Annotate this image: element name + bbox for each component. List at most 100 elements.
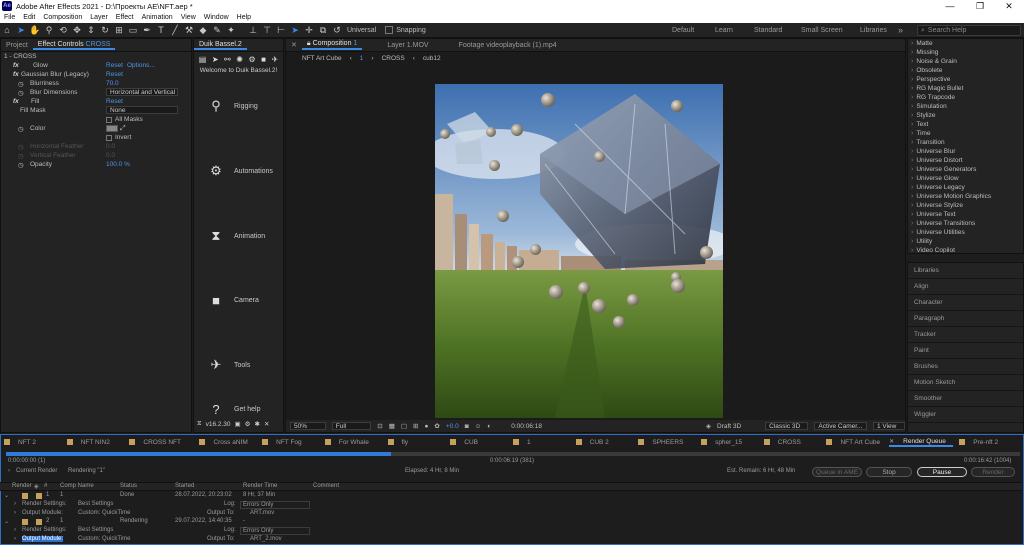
timeline-tab[interactable]: Cross aNIM bbox=[199, 439, 256, 446]
show-snapshot-icon[interactable]: ☺ bbox=[475, 423, 482, 430]
show-channel-icon[interactable]: ◐ bbox=[487, 423, 491, 430]
menu-help[interactable]: Help bbox=[233, 14, 255, 21]
duik-settings-icon[interactable]: ⚙ bbox=[248, 55, 255, 64]
column-number[interactable]: # bbox=[44, 483, 47, 489]
output-module-value[interactable]: Custom: QuickTime bbox=[78, 510, 130, 516]
maximize-button[interactable]: ❐ bbox=[965, 0, 995, 12]
timeline-tab[interactable]: CUB 2 bbox=[575, 439, 633, 446]
zoom-select[interactable]: 50% bbox=[290, 422, 326, 430]
effect-category[interactable]: Universe Generators bbox=[908, 165, 1023, 174]
effect-category[interactable]: Noise & Grain bbox=[908, 57, 1023, 66]
effect-category[interactable]: Stylize bbox=[908, 111, 1023, 120]
stopwatch-icon[interactable]: ◷ bbox=[18, 161, 24, 169]
duik-link-icon[interactable]: ⚯ bbox=[224, 55, 231, 64]
duik-close-icon[interactable]: ✕ bbox=[264, 420, 269, 428]
output-file-link[interactable]: ART.mov bbox=[250, 510, 274, 516]
glow-options-link[interactable]: Options... bbox=[127, 62, 155, 69]
effect-category[interactable]: Universe Glow bbox=[908, 174, 1023, 183]
effect-category[interactable]: Universe Stylize bbox=[908, 201, 1023, 210]
menu-composition[interactable]: Composition bbox=[39, 14, 86, 21]
all-masks-checkbox[interactable] bbox=[106, 116, 112, 123]
menu-window[interactable]: Window bbox=[200, 14, 233, 21]
scale-tool-icon[interactable]: ⧉ bbox=[317, 24, 329, 36]
clone-stamp-icon[interactable]: ⚒ bbox=[183, 24, 195, 36]
minimize-button[interactable]: — bbox=[935, 0, 965, 12]
log-select[interactable]: Errors Only bbox=[240, 501, 310, 509]
close-button[interactable]: ✕ bbox=[994, 0, 1024, 12]
duik-tools-button[interactable]: ✈ Tools bbox=[200, 357, 288, 373]
stopwatch-icon[interactable]: ◷ bbox=[18, 125, 24, 133]
menu-view[interactable]: View bbox=[177, 14, 200, 21]
breadcrumb-item[interactable]: cub12 bbox=[423, 55, 441, 62]
blur-effect-row[interactable]: fx Gaussian Blur (Legacy) Reset bbox=[1, 70, 191, 79]
column-comment[interactable]: Comment bbox=[313, 483, 339, 489]
draft-3d-label[interactable]: Draft 3D bbox=[717, 423, 741, 430]
effect-category[interactable]: Utility bbox=[908, 237, 1023, 246]
effect-category[interactable]: Universe Utilities bbox=[908, 228, 1023, 237]
effect-category[interactable]: Text bbox=[908, 120, 1023, 129]
timeline-tab[interactable]: NFT Fog bbox=[262, 439, 319, 446]
brush-tool-icon[interactable]: ╱ bbox=[169, 24, 181, 36]
color-channels-icon[interactable]: ● bbox=[424, 423, 428, 430]
opacity-value[interactable]: 100.0 % bbox=[106, 161, 130, 168]
column-status[interactable]: Status bbox=[120, 483, 137, 489]
effect-category[interactable]: Universe Motion Graphics bbox=[908, 192, 1023, 201]
tab-effect-controls[interactable]: Effect Controls CROSS bbox=[32, 41, 116, 50]
close-icon[interactable]: ✕ bbox=[286, 41, 302, 49]
fill-effect-row[interactable]: fx Fill Reset bbox=[1, 97, 191, 106]
dolly-camera-icon[interactable]: ⇕ bbox=[85, 24, 97, 36]
timeline-tab[interactable]: CROSS NFT bbox=[129, 439, 193, 446]
views-select[interactable]: 1 View bbox=[872, 422, 905, 430]
axis-local-icon[interactable]: ⊥ bbox=[247, 24, 259, 36]
axis-view-icon[interactable]: ⊢ bbox=[275, 24, 287, 36]
column-started[interactable]: Started bbox=[175, 483, 194, 489]
menu-layer[interactable]: Layer bbox=[86, 14, 112, 21]
panel-tracker[interactable]: Tracker bbox=[908, 327, 1023, 343]
duik-settings-icon[interactable]: ⚙ bbox=[245, 420, 251, 428]
effect-category[interactable]: Matte bbox=[908, 39, 1023, 48]
tab-layer[interactable]: Layer 1.MOV bbox=[382, 42, 433, 49]
mask-toggle-icon[interactable]: ▢ bbox=[401, 422, 407, 430]
breadcrumb-item[interactable]: NFT Art Cube bbox=[302, 55, 342, 62]
exposure-value[interactable]: +0.0 bbox=[446, 423, 459, 430]
panel-paint[interactable]: Paint bbox=[908, 343, 1023, 359]
orbit-camera-icon[interactable]: ⟲ bbox=[57, 24, 69, 36]
rectangle-tool-icon[interactable]: ▭ bbox=[127, 24, 139, 36]
camera-select[interactable]: Active Camer... bbox=[814, 422, 867, 430]
composition-frame[interactable] bbox=[435, 84, 723, 418]
pan-behind-icon[interactable]: ⊞ bbox=[113, 24, 125, 36]
breadcrumb-item[interactable]: CROSS bbox=[382, 55, 405, 62]
universal-selection-icon[interactable]: ➤ bbox=[289, 24, 301, 36]
duik-rigging-button[interactable]: ⚲ Rigging bbox=[200, 98, 288, 114]
duik-automations-button[interactable]: ⚙ Automations bbox=[200, 163, 288, 179]
panel-motion-sketch[interactable]: Motion Sketch bbox=[908, 375, 1023, 391]
expand-settings-icon[interactable]: › bbox=[14, 527, 16, 533]
color-management-icon[interactable]: ✿ bbox=[434, 422, 439, 430]
effect-category[interactable]: Simulation bbox=[908, 102, 1023, 111]
workspace-menu-icon[interactable]: » bbox=[898, 25, 903, 35]
workspace-standard[interactable]: Standard bbox=[754, 27, 782, 34]
draft-3d-icon[interactable]: ◈ bbox=[706, 422, 711, 430]
expand-output-icon[interactable]: › bbox=[14, 510, 16, 516]
breadcrumb-item[interactable]: 1 bbox=[360, 55, 364, 62]
workspace-default[interactable]: Default bbox=[672, 27, 694, 34]
invert-checkbox[interactable] bbox=[106, 134, 112, 141]
column-comp-name[interactable]: Comp Name bbox=[60, 483, 94, 489]
panel-wiggler[interactable]: Wiggler bbox=[908, 407, 1023, 423]
queue-in-ame-button[interactable]: Queue in AME bbox=[812, 467, 862, 477]
timeline-tab[interactable]: fly bbox=[387, 439, 445, 446]
axis-world-icon[interactable]: ⊤ bbox=[261, 24, 273, 36]
duik-arrow-icon[interactable]: ➤ bbox=[212, 55, 219, 64]
menu-edit[interactable]: Edit bbox=[19, 14, 39, 21]
zoom-tool-icon[interactable]: ⚲ bbox=[43, 24, 55, 36]
tab-composition[interactable]: 🔒︎ Composition 1 bbox=[301, 40, 363, 50]
tab-project[interactable]: Project bbox=[1, 42, 33, 49]
resolution-select[interactable]: Full bbox=[331, 422, 372, 430]
stopwatch-icon[interactable]: ◷ bbox=[18, 80, 24, 88]
region-icon[interactable]: ⊡ bbox=[377, 422, 382, 430]
expand-output-icon[interactable]: › bbox=[14, 536, 16, 542]
render-checkbox[interactable] bbox=[22, 493, 28, 499]
workspace-learn[interactable]: Learn bbox=[715, 27, 733, 34]
timeline-tab[interactable]: SPHEERS bbox=[638, 439, 695, 446]
expand-current-render-icon[interactable]: › bbox=[8, 468, 10, 474]
